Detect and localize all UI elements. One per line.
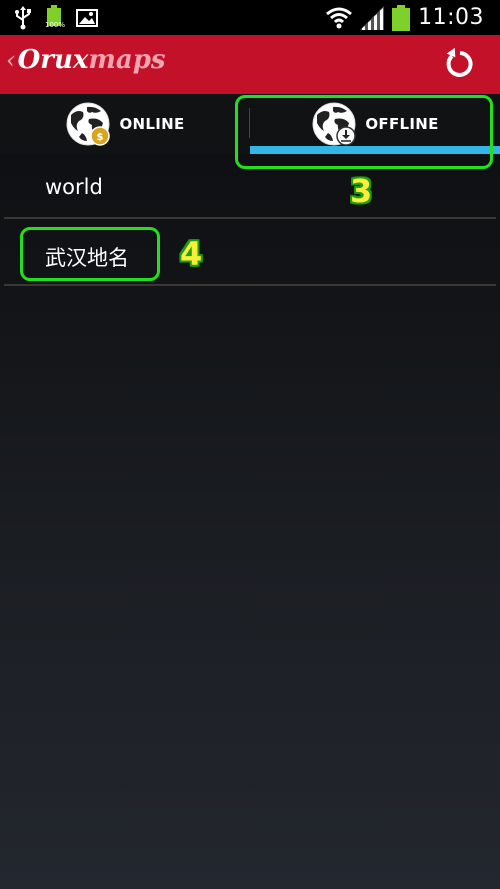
list-divider <box>4 217 496 219</box>
list-divider <box>4 284 496 286</box>
status-bar-left: 100% <box>14 4 98 32</box>
battery-icon <box>392 4 411 31</box>
annotation-frame-offline-tab <box>235 95 493 169</box>
status-bar-right: 11:03 <box>326 0 484 35</box>
list-item-label: world <box>45 175 103 199</box>
battery-icon: 100% <box>45 5 65 31</box>
logo-text-orux: Orux <box>17 45 89 75</box>
app-logo[interactable]: ‹ Orux maps <box>6 45 166 75</box>
refresh-button[interactable] <box>440 46 480 86</box>
tab-online[interactable]: $ ONLINE <box>0 94 250 154</box>
annotation-frame-list-item <box>20 227 160 281</box>
logo-text-maps: maps <box>88 45 166 75</box>
usb-icon <box>14 6 32 30</box>
signal-icon <box>360 5 385 30</box>
back-chevron-icon: ‹ <box>6 46 16 74</box>
tab-online-label: ONLINE <box>119 115 185 133</box>
wifi-icon <box>326 6 353 30</box>
status-clock: 11:03 <box>418 5 484 30</box>
annotation-number-4: 4 <box>180 235 203 273</box>
refresh-icon <box>443 47 477 85</box>
battery-percent: 100% <box>44 21 65 29</box>
globe-online-icon: $ <box>65 101 111 147</box>
app-bar: ‹ Orux maps <box>0 35 500 94</box>
status-bar: 100% 11:03 <box>0 0 500 35</box>
svg-text:$: $ <box>97 132 104 143</box>
annotation-number-3: 3 <box>350 172 373 210</box>
image-icon <box>76 9 98 27</box>
